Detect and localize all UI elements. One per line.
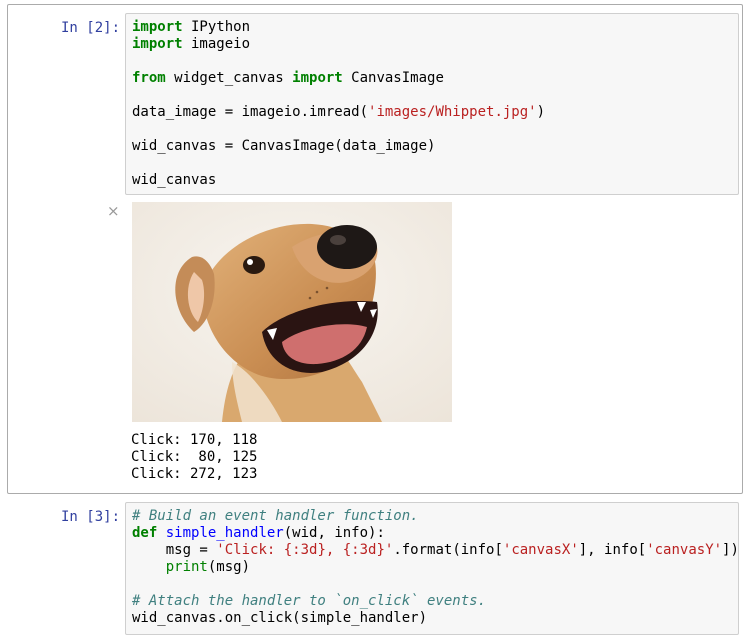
code-line: wid_canvas = CanvasImage(data_image): [132, 138, 436, 154]
code-line: data_image = imageio.imread('images/Whip…: [132, 104, 546, 120]
code-line: # Attach the handler to `on_click` event…: [132, 593, 487, 609]
code-line: import IPython: [132, 19, 251, 35]
code-line: wid_canvas.on_click(simple_handler): [132, 610, 428, 626]
input-prompt-3: In [3]:: [61, 509, 121, 525]
canvas-image-widget[interactable]: [132, 202, 452, 422]
close-output-icon[interactable]: ×: [107, 202, 120, 220]
cell-output-text: Click: 170, 118 Click: 80, 125 Click: 272,…: [131, 432, 257, 483]
code-text-1[interactable]: import IPython import imageio from widget…: [132, 19, 545, 189]
output-line: Click: 170, 118: [131, 432, 258, 448]
code-editor-1[interactable]: import IPython import imageio from widget…: [125, 13, 739, 195]
code-line: wid_canvas: [132, 172, 217, 188]
whippet-dog-image: [132, 202, 452, 422]
input-prompt-2: In [2]:: [61, 20, 121, 36]
output-line: Click: 272, 123: [131, 466, 258, 482]
code-line: import imageio: [132, 36, 251, 52]
code-line: print(msg): [165, 559, 251, 575]
code-line: from widget_canvas import CanvasImage: [132, 70, 444, 86]
code-editor-2[interactable]: # Build an event handler function. def si…: [125, 502, 739, 635]
code-line: def simple_handler(wid, info):: [132, 525, 385, 541]
code-line: msg = 'Click: {:3d}, {:3d}'.format(info[…: [132, 542, 739, 558]
output-line: Click: 80, 125: [131, 449, 258, 465]
code-line: # Build an event handler function.: [132, 508, 419, 524]
code-text-2[interactable]: # Build an event handler function. def si…: [132, 508, 739, 627]
